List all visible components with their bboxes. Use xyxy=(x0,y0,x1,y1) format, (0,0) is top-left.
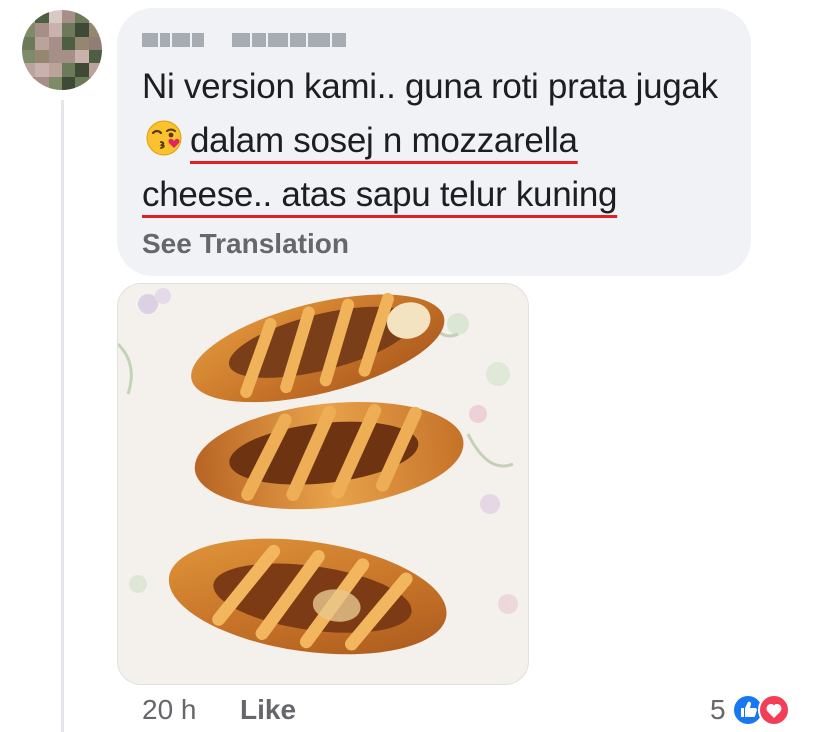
like-button[interactable]: Like xyxy=(240,694,296,726)
comment-text-highlight-1: dalam sosej n mozzarella xyxy=(190,121,578,160)
comment-text-highlight-2: cheese.. atas sapu telur kuning xyxy=(142,175,618,214)
avatar[interactable] xyxy=(22,10,102,90)
kissing-wink-emoji-icon xyxy=(144,118,184,158)
thread-line xyxy=(61,100,64,732)
reactions-summary[interactable]: 5 xyxy=(710,692,790,728)
love-reaction-icon xyxy=(757,694,790,726)
comment-text-plain: Ni version kami.. guna roti prata jugak xyxy=(142,67,718,106)
see-translation-link[interactable]: See Translation xyxy=(142,228,349,260)
reaction-count: 5 xyxy=(710,694,726,725)
attached-photo[interactable] xyxy=(117,283,529,685)
timestamp[interactable]: 20 h xyxy=(142,694,197,726)
author-name-blurred[interactable] xyxy=(142,28,354,52)
comment-thread: Ni version kami.. guna roti prata jugak … xyxy=(0,0,828,732)
comment-text: Ni version kami.. guna roti prata jugak … xyxy=(142,60,742,222)
pastry-photo-illustration xyxy=(118,284,528,684)
